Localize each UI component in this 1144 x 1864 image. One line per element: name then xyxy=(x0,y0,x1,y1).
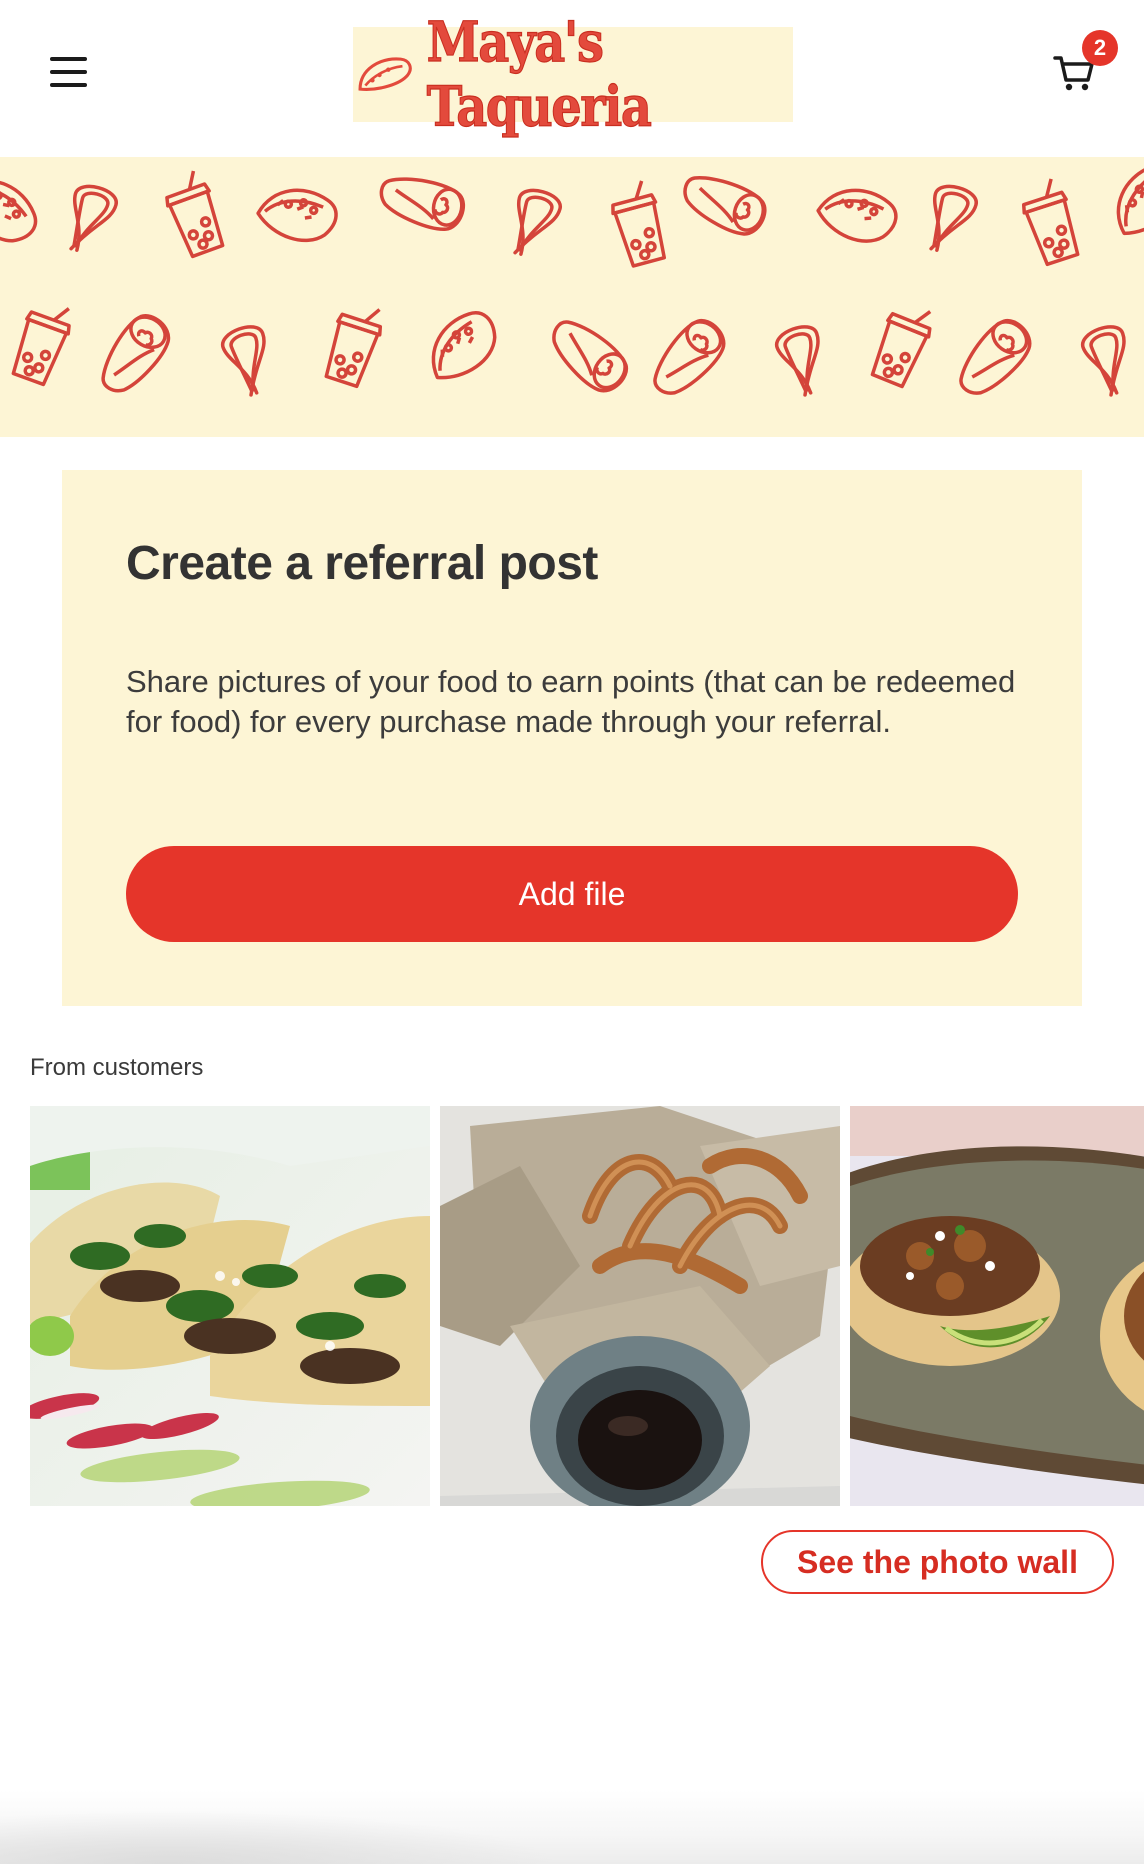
see-photo-wall-button[interactable]: See the photo wall xyxy=(761,1530,1114,1594)
food-pattern-banner xyxy=(0,157,1144,437)
tacos-photo[interactable] xyxy=(30,1106,430,1506)
cart-count-badge: 2 xyxy=(1082,30,1118,66)
tacos-plate-photo[interactable] xyxy=(850,1106,1144,1506)
brand-name: Maya's Taqueria xyxy=(426,10,652,140)
gallery-label: From customers xyxy=(30,1054,204,1081)
referral-card: Create a referral post Share pictures of… xyxy=(62,470,1082,1006)
taco-icon xyxy=(358,57,412,91)
food-pattern-illustration xyxy=(0,157,1144,409)
bottom-shadow xyxy=(0,1790,1144,1864)
hamburger-menu-icon[interactable] xyxy=(48,54,92,90)
referral-title: Create a referral post xyxy=(126,537,598,590)
churros-photo[interactable] xyxy=(440,1106,840,1506)
app-header: Maya's Taqueria 2 xyxy=(0,0,1144,157)
referral-description: Share pictures of your food to earn poin… xyxy=(126,664,1016,739)
brand-logo[interactable]: Maya's Taqueria xyxy=(353,10,793,139)
customer-photo-gallery[interactable] xyxy=(30,1106,1144,1506)
add-file-button[interactable]: Add file xyxy=(126,846,1018,942)
